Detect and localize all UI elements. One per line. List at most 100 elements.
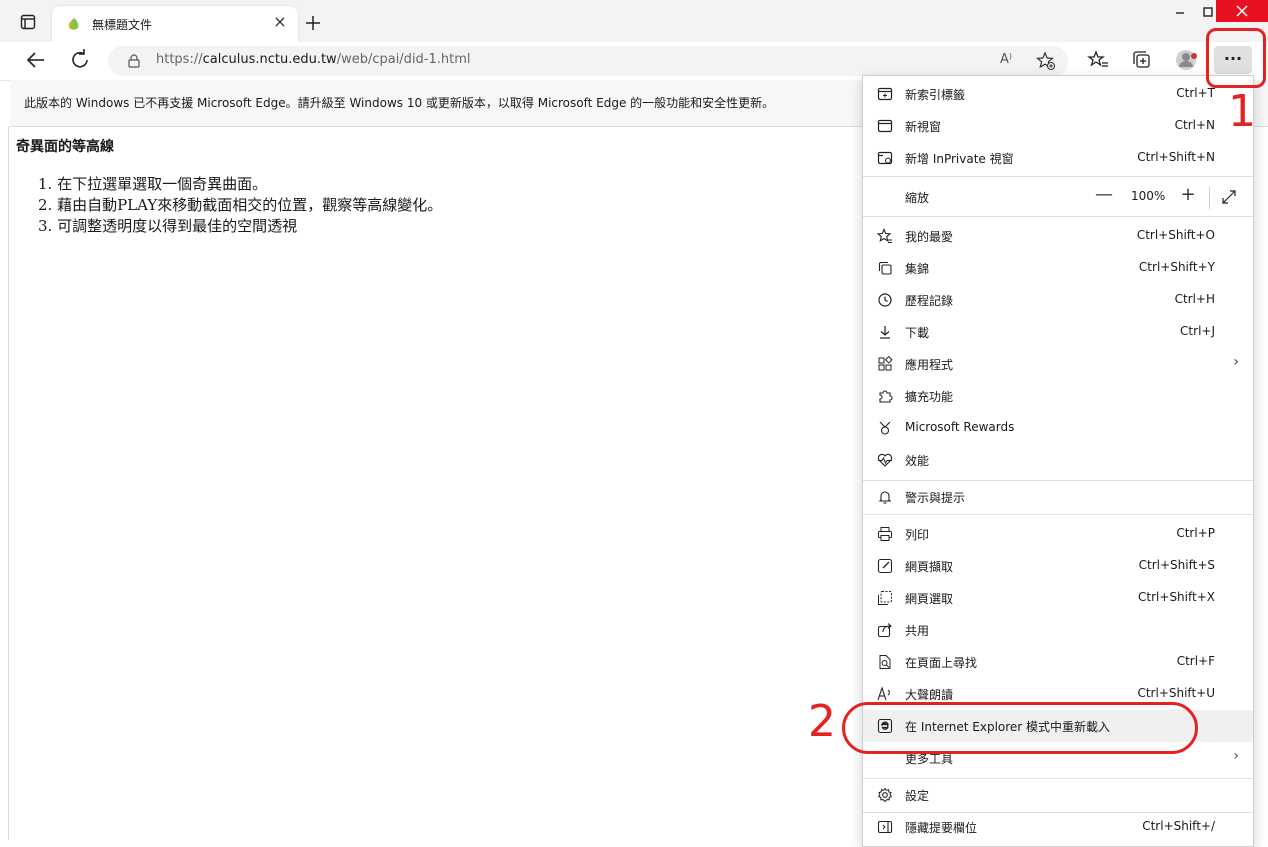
lock-icon[interactable] — [126, 53, 142, 69]
menu-item-label: 縮放 — [905, 191, 930, 205]
address-bar[interactable]: https://calculus.nctu.edu.tw/web/cpai/di… — [108, 46, 1068, 76]
menu-item-history[interactable]: 歷程記錄 Ctrl+H — [863, 284, 1253, 316]
menu-item-shortcut: Ctrl+J — [1180, 324, 1215, 338]
menu-item-label: Microsoft Rewards — [905, 420, 1015, 434]
menu-item-web-capture[interactable]: 網頁擷取 Ctrl+Shift+S — [863, 550, 1253, 582]
annotation-highlight-ie-mode — [842, 702, 1198, 754]
read-aloud-icon[interactable]: A⁾ — [1000, 52, 1020, 70]
menu-item-label: 應用程式 — [905, 358, 954, 372]
chevron-right-icon: › — [1233, 354, 1239, 370]
menu-item-shortcut: Ctrl+Shift+N — [1137, 150, 1215, 164]
browser-tab[interactable]: 無標題文件 × — [52, 6, 298, 42]
bell-icon — [878, 491, 892, 504]
menu-item-label: 集錦 — [905, 262, 930, 276]
menu-item-label: 大聲朗讀 — [905, 688, 954, 702]
annotation-step-number: 1 — [1228, 86, 1256, 137]
menu-separator — [863, 216, 1253, 217]
add-favorite-icon[interactable] — [1036, 51, 1056, 71]
menu-item-label: 下載 — [905, 326, 930, 340]
menu-item-label: 列印 — [905, 528, 930, 542]
page-content: 奇異面的等高線 1. 在下拉選單選取一個奇異曲面。 2. 藉由自動PLAY來移動… — [10, 126, 860, 840]
menu-item-shortcut: Ctrl+Shift+S — [1138, 558, 1215, 572]
instruction-step: 2. 藉由自動PLAY來移動截面相交的位置，觀察等高線變化。 — [38, 196, 443, 214]
menu-item-alerts[interactable]: 警示與提示 — [863, 481, 1253, 513]
menu-item-label: 擴充功能 — [905, 390, 954, 404]
gear-icon — [877, 787, 893, 803]
menu-item-new-window[interactable]: 新視窗 Ctrl+N — [863, 110, 1253, 142]
close-icon — [1236, 5, 1248, 17]
instruction-step: 1. 在下拉選單選取一個奇異曲面。 — [38, 175, 268, 193]
zoom-out-button[interactable]: — — [1095, 185, 1113, 205]
infobar-message: 此版本的 Windows 已不再支援 Microsoft Edge。請升級至 W… — [24, 96, 775, 110]
find-on-page-icon — [879, 655, 891, 669]
instruction-list: 1. 在下拉選單選取一個奇異曲面。 2. 藉由自動PLAY來移動截面相交的位置，… — [38, 174, 442, 237]
menu-item-downloads[interactable]: 下載 Ctrl+J — [863, 316, 1253, 348]
menu-item-print[interactable]: 列印 Ctrl+P — [863, 518, 1253, 550]
instruction-step: 3. 可調整透明度以得到最佳的空間透視 — [38, 217, 298, 235]
apps-icon — [878, 356, 893, 371]
menu-separator — [863, 176, 1253, 177]
menu-item-apps[interactable]: 應用程式 › — [863, 348, 1253, 380]
annotation-highlight-menu-button — [1206, 28, 1266, 88]
menu-item-shortcut: Ctrl+F — [1176, 654, 1215, 668]
inprivate-window-icon — [877, 151, 893, 165]
menu-item-extensions[interactable]: 擴充功能 — [863, 380, 1253, 412]
performance-heart-icon — [877, 453, 893, 467]
menu-item-zoom: 縮放 — 100% + — [863, 181, 1253, 213]
new-tab-menu-icon — [877, 87, 893, 101]
zoom-divider — [1209, 187, 1210, 209]
menu-item-rewards[interactable]: Microsoft Rewards — [863, 412, 1253, 444]
minimize-icon[interactable] — [1168, 4, 1192, 20]
download-icon — [880, 326, 890, 339]
zoom-in-button[interactable]: + — [1179, 185, 1197, 205]
menu-item-new-tab[interactable]: 新索引標籤 Ctrl+T — [863, 78, 1253, 110]
tab-title: 無標題文件 — [92, 18, 153, 32]
menu-item-shortcut: Ctrl+Shift+/ — [1142, 819, 1215, 833]
refresh-icon[interactable] — [66, 46, 94, 74]
url-prefix: https:// — [156, 52, 203, 67]
url-path: /web/cpai/did-1.html — [336, 52, 471, 67]
menu-item-share[interactable]: 共用 — [863, 614, 1253, 646]
menu-item-label: 新索引標籤 — [905, 88, 966, 102]
window-close-button[interactable] — [1216, 0, 1268, 22]
menu-item-settings[interactable]: 設定 — [863, 779, 1253, 811]
back-icon[interactable] — [22, 46, 50, 74]
tab-actions-icon[interactable] — [20, 14, 36, 30]
menu-item-label: 在頁面上尋找 — [905, 656, 978, 670]
history-icon — [878, 293, 892, 307]
printer-icon — [878, 527, 892, 541]
new-tab-icon[interactable] — [304, 14, 322, 32]
menu-item-label: 共用 — [905, 624, 930, 638]
menu-item-collections[interactable]: 集錦 Ctrl+Shift+Y — [863, 252, 1253, 284]
fullscreen-icon[interactable] — [1221, 189, 1237, 205]
title-bar: 無標題文件 × — [0, 0, 1268, 42]
menu-item-find[interactable]: 在頁面上尋找 Ctrl+F — [863, 646, 1253, 678]
content-left-border — [8, 126, 9, 840]
url-text[interactable]: https://calculus.nctu.edu.tw/web/cpai/di… — [156, 52, 471, 67]
menu-item-shortcut: Ctrl+P — [1176, 526, 1215, 540]
menu-separator — [863, 514, 1253, 515]
menu-item-label: 效能 — [905, 454, 930, 468]
site-favicon-icon — [68, 18, 79, 30]
url-domain: calculus.nctu.edu.tw — [202, 52, 337, 67]
menu-item-hide-sidebar[interactable]: 隱藏提要欄位 Ctrl+Shift+/ — [863, 811, 1253, 843]
page-heading: 奇異面的等高線 — [16, 139, 114, 155]
menu-item-favorites[interactable]: 我的最愛 Ctrl+Shift+O — [863, 220, 1253, 252]
profile-avatar[interactable] — [1172, 46, 1200, 74]
menu-item-label: 網頁擷取 — [905, 560, 954, 574]
menu-item-shortcut: Ctrl+Shift+Y — [1138, 260, 1215, 274]
rewards-medal-icon — [879, 421, 891, 435]
web-capture-icon — [877, 558, 893, 574]
menu-item-shortcut: Ctrl+Shift+X — [1138, 590, 1215, 604]
annotation-step-number: 2 — [808, 696, 836, 747]
web-select-icon — [878, 591, 892, 605]
menu-item-web-select[interactable]: 網頁選取 Ctrl+Shift+X — [863, 582, 1253, 614]
menu-item-performance[interactable]: 效能 — [863, 444, 1253, 476]
tab-close-icon[interactable]: × — [272, 14, 288, 30]
sidebar-icon — [877, 820, 893, 834]
menu-item-label: 我的最愛 — [905, 230, 954, 244]
menu-item-label: 歷程記錄 — [905, 294, 954, 308]
menu-item-inprivate[interactable]: 新增 InPrivate 視窗 Ctrl+Shift+N — [863, 142, 1253, 174]
collections-icon[interactable] — [1128, 46, 1156, 74]
favorites-icon[interactable] — [1084, 46, 1112, 74]
